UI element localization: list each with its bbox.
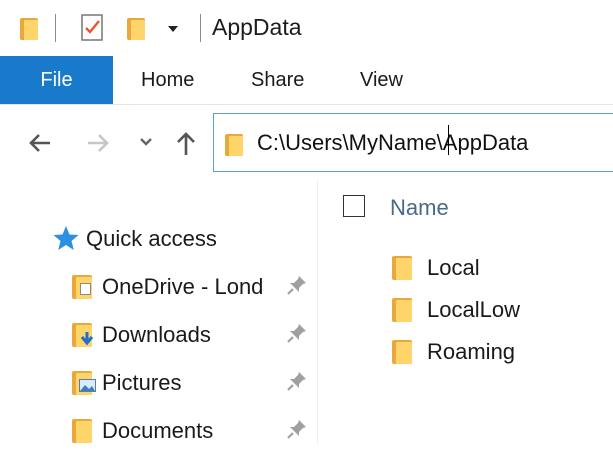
pictures-folder-icon bbox=[72, 369, 96, 395]
title-separator-2 bbox=[200, 14, 201, 42]
quick-access-label[interactable]: Quick access bbox=[86, 226, 217, 252]
new-folder-icon[interactable] bbox=[127, 16, 145, 40]
forward-arrow-icon[interactable] bbox=[82, 129, 114, 157]
window-folder-icon bbox=[20, 16, 38, 40]
column-header-name[interactable]: Name bbox=[390, 195, 449, 221]
pin-icon[interactable] bbox=[286, 370, 308, 397]
folder-name[interactable]: Local bbox=[427, 255, 480, 281]
select-all-checkbox[interactable] bbox=[343, 195, 365, 217]
properties-icon[interactable] bbox=[80, 12, 104, 42]
sidebar-item-onedrive[interactable]: OneDrive - Lond bbox=[0, 264, 317, 308]
sidebar-item-label: OneDrive - Lond bbox=[102, 274, 264, 299]
sidebar-item-label: Documents bbox=[102, 418, 214, 443]
pin-icon[interactable] bbox=[286, 322, 308, 349]
pane-divider[interactable] bbox=[317, 180, 318, 445]
tab-share[interactable]: Share bbox=[251, 56, 304, 104]
downloads-folder-icon bbox=[72, 321, 94, 347]
back-arrow-icon[interactable] bbox=[24, 129, 56, 157]
title-bar: AppData bbox=[0, 0, 613, 56]
sidebar-item-label: Pictures bbox=[102, 370, 182, 395]
text-caret bbox=[448, 125, 449, 155]
list-item[interactable] bbox=[390, 250, 613, 286]
address-path[interactable]: C:\Users\MyName\AppData bbox=[257, 130, 528, 156]
recent-locations-chevron-icon[interactable] bbox=[137, 133, 155, 151]
title-separator bbox=[55, 14, 56, 42]
folder-icon bbox=[392, 338, 412, 364]
sidebar-item-label: Downloads bbox=[102, 322, 211, 347]
sidebar-item-documents[interactable]: Documents bbox=[0, 408, 317, 452]
address-folder-icon bbox=[225, 132, 243, 156]
quick-access-star-icon bbox=[52, 224, 80, 252]
tab-file[interactable]: File bbox=[0, 56, 113, 104]
navigation-bar: C:\Users\MyName\AppData bbox=[0, 105, 613, 179]
tab-view[interactable]: View bbox=[360, 56, 403, 104]
tab-home[interactable]: Home bbox=[141, 56, 194, 104]
window-title: AppData bbox=[212, 14, 302, 40]
onedrive-folder-icon bbox=[72, 273, 92, 299]
sidebar-item-pictures[interactable]: Pictures bbox=[0, 360, 317, 404]
documents-folder-icon bbox=[72, 417, 92, 443]
folder-icon bbox=[392, 296, 412, 322]
ribbon: File Home Share View bbox=[0, 56, 613, 105]
sidebar-item-downloads[interactable]: Downloads bbox=[0, 312, 317, 356]
customize-toolbar-icon[interactable] bbox=[164, 20, 182, 36]
pin-icon[interactable] bbox=[286, 418, 308, 445]
pin-icon[interactable] bbox=[286, 274, 308, 301]
address-bar[interactable]: C:\Users\MyName\AppData bbox=[213, 113, 613, 172]
folder-icon bbox=[392, 254, 412, 280]
folder-name[interactable]: LocalLow bbox=[427, 297, 520, 323]
up-arrow-icon[interactable] bbox=[172, 127, 200, 159]
folder-name[interactable]: Roaming bbox=[427, 339, 515, 365]
